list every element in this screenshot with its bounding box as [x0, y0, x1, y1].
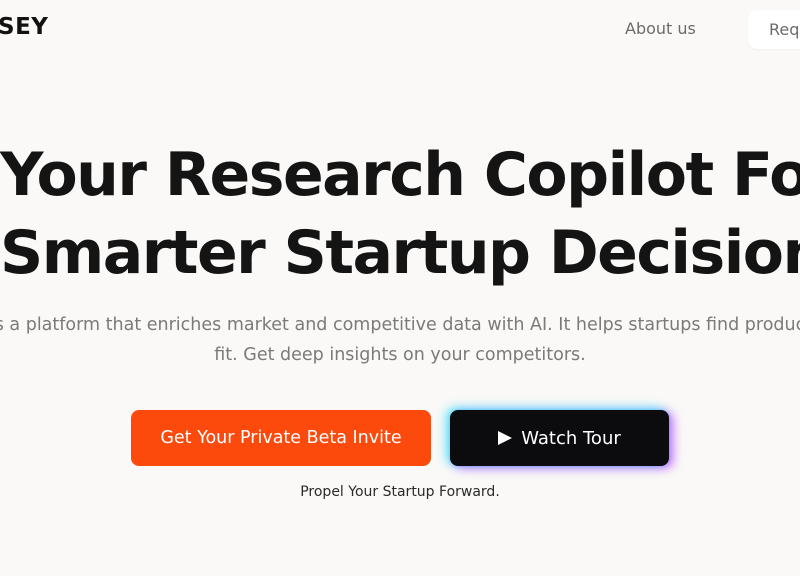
nav-request-button[interactable]: Requ [748, 10, 800, 49]
logo[interactable]: SEY [0, 14, 48, 40]
play-icon [498, 431, 513, 445]
hero-description-line-1: s a platform that enriches market and co… [0, 315, 800, 335]
watch-tour-label: Watch Tour [521, 427, 621, 449]
hero-headline-line-2: Smarter Startup Decisions [0, 218, 800, 288]
watch-tour-button[interactable]: Watch Tour [450, 410, 669, 466]
hero-headline-line-1: Your Research Copilot For [0, 140, 800, 210]
hero-description-line-2: fit. Get deep insights on your competito… [214, 345, 586, 365]
nav-link-about-us[interactable]: About us [625, 19, 696, 38]
hero-tagline: Propel Your Startup Forward. [300, 484, 500, 500]
landing-page: SEY About us Requ Your Research Copilot … [0, 0, 800, 576]
get-beta-invite-button[interactable]: Get Your Private Beta Invite [131, 410, 431, 466]
hero-description: s a platform that enriches market and co… [0, 310, 800, 370]
hero-headline: Your Research Copilot For Smarter Startu… [0, 136, 800, 292]
